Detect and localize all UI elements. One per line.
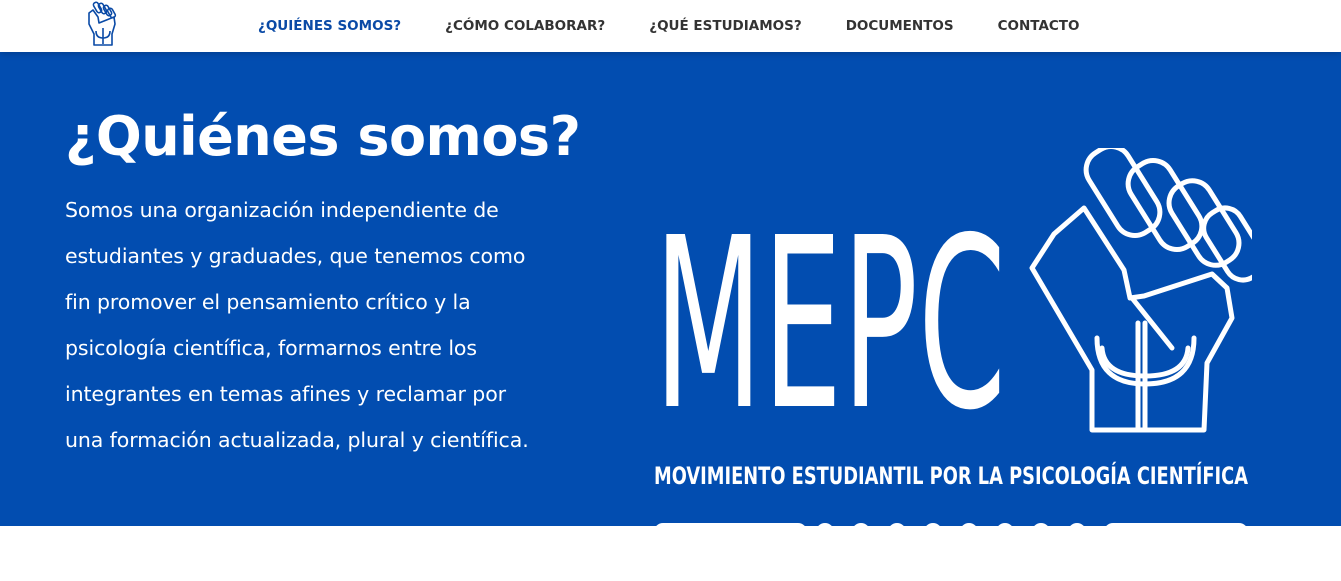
nav-link-contacto[interactable]: CONTACTO <box>998 18 1080 34</box>
nav-link-que-estudiamos[interactable]: ¿QUÉ ESTUDIAMOS? <box>649 18 801 34</box>
brand-acronym: MEPC <box>654 187 1006 462</box>
site-logo-link[interactable] <box>84 0 120 48</box>
hero-title: ¿Quiénes somos? <box>65 105 581 168</box>
nav-link-documentos[interactable]: DOCUMENTOS <box>846 18 954 34</box>
nav-link-quienes-somos[interactable]: ¿QUIÉNES SOMOS? <box>258 18 401 34</box>
hero-description-line: fin promover el pensamiento crítico y la <box>65 290 471 314</box>
hero-description: Somos una organización independiente de … <box>65 187 625 463</box>
content-section <box>0 526 1341 581</box>
hero-description-line: Somos una organización independiente de <box>65 198 499 222</box>
hero-description-line: estudiantes y graduades, que tenemos com… <box>65 244 526 268</box>
navbar: ¿QUIÉNES SOMOS? ¿CÓMO COLABORAR? ¿QUÉ ES… <box>0 0 1341 52</box>
mepc-brand-logo: MEPC MOVIMIENTO ESTUDIANTIL POR LA PSICO… <box>654 148 1252 541</box>
fist-psi-logo-icon <box>88 1 117 46</box>
hero-description-line: una formación actualizada, plural y cien… <box>65 428 529 452</box>
hero-section: ¿Quiénes somos? Somos una organización i… <box>0 52 1341 541</box>
raised-fist-psi-icon <box>1029 148 1252 433</box>
hero-description-line: psicología científica, formarnos entre l… <box>65 336 477 360</box>
brand-tagline: MOVIMIENTO ESTUDIANTIL POR LA PSICOLOGÍA… <box>654 461 1248 490</box>
main-navigation: ¿QUIÉNES SOMOS? ¿CÓMO COLABORAR? ¿QUÉ ES… <box>258 0 1080 52</box>
nav-link-como-colaborar[interactable]: ¿CÓMO COLABORAR? <box>445 18 605 34</box>
hero-description-line: integrantes en temas afines y reclamar p… <box>65 382 506 406</box>
